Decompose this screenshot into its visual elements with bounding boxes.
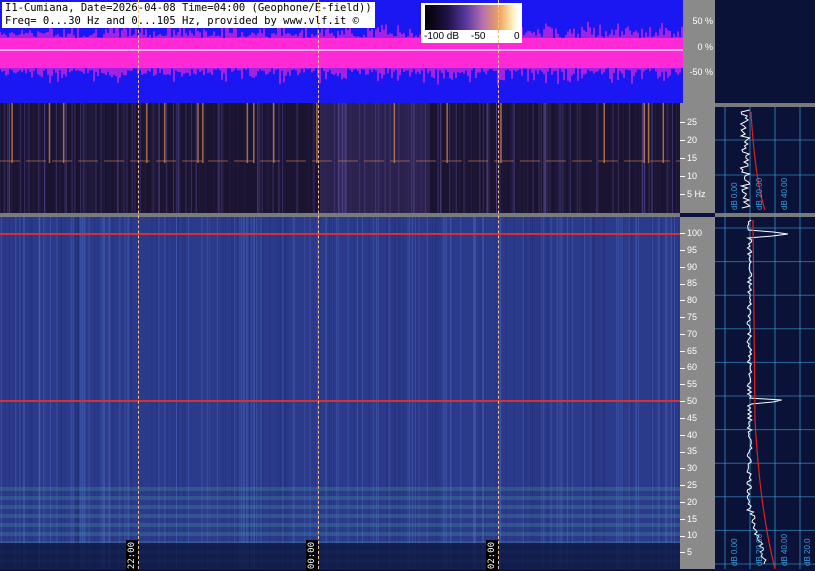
hf-tick-50: 50 (680, 396, 697, 406)
hf-tick-85: 85 (680, 278, 697, 288)
hf-spectrogram (0, 217, 680, 569)
colorbar-tick-min: -100 dB (424, 31, 460, 42)
waveform-tick-minus50: -50 % (689, 67, 713, 77)
lf-tick-1: 20 (680, 135, 697, 145)
colorbar-tick-mid: -50 (471, 31, 486, 42)
hf-tick-100: 100 (680, 228, 702, 238)
colorbar-gradient (425, 5, 518, 30)
hf-tick-20: 20 (680, 497, 697, 507)
lf-spectrogram (0, 103, 680, 213)
lf-tick-3: 10 (680, 171, 697, 181)
hf-low-band (0, 523, 680, 527)
hf-frequency-scale: 100 95 90 85 80 75 70 65 60 55 50 45 40 35 30 25 20 15 10 5 (680, 217, 715, 569)
profile-top-separator (715, 103, 815, 107)
profile-hf-label: dB 40.00 (780, 533, 789, 566)
hf-low-band (0, 532, 680, 536)
hf-tick-45: 45 (680, 413, 697, 423)
profile-lf-trace (739, 109, 751, 209)
waveform-tick-0: 0 % (697, 42, 713, 52)
hf-tick-90: 90 (680, 262, 697, 272)
hf-spectrogram-plot (0, 217, 680, 569)
lf-spectrogram-plot (0, 103, 680, 213)
hf-tick-5: 5 (680, 547, 692, 557)
lf-tick-2: 15 (680, 153, 697, 163)
colorbar-legend: -100 dB -50 0 (421, 3, 522, 43)
waveform-scale: 50 % 0 % -50 % (683, 0, 715, 103)
spectrum-profile-panel: dB 0.00 dB 20.00 dB 40.00 dB 0.00 dB 20.00 dB… (715, 0, 815, 569)
profile-hf-fit (752, 219, 776, 569)
hf-tick-40: 40 (680, 430, 697, 440)
lf-tick-0: 25 (680, 117, 697, 127)
title-line-2: Freq= 0...30 Hz and 0...105 Hz, provided… (5, 15, 360, 27)
profile-hf-label: dB 0.00 (730, 538, 739, 566)
time-marker-line-3 (498, 0, 499, 569)
hf-tick-75: 75 (680, 312, 697, 322)
profile-hf-label: dB 20.0 (803, 538, 812, 566)
time-marker-line-1 (138, 0, 139, 569)
hf-tick-80: 80 (680, 295, 697, 305)
hf-tick-15: 15 (680, 514, 697, 524)
time-label-3: 02:00 (486, 540, 498, 571)
waveform-tick-50: 50 % (692, 16, 713, 26)
hf-tick-70: 70 (680, 329, 697, 339)
time-marker-line-2 (318, 0, 319, 569)
profile-lf-label: dB 0.00 (730, 182, 739, 210)
hf-tick-35: 35 (680, 446, 697, 456)
lf-noise-burst (320, 103, 430, 213)
hf-low-band (0, 514, 680, 518)
colorbar-tick-max: 0 (514, 31, 520, 42)
hf-low-band (0, 496, 680, 500)
hf-tick-30: 30 (680, 463, 697, 473)
lf-frequency-scale: 25 20 15 10 5 Hz (680, 103, 715, 213)
hf-bottom-band (0, 543, 680, 569)
profile-lf-label: dB 40.00 (780, 177, 789, 210)
profile-lf-label: dB 20.00 (755, 177, 764, 210)
hf-tick-60: 60 (680, 362, 697, 372)
hf-tick-95: 95 (680, 245, 697, 255)
title-line-1: I1-Cumiana, Date=2026-04-08 Time=04:00 (… (5, 2, 372, 14)
hf-low-band (0, 487, 680, 491)
profile-hf-label: dB 20.00 (755, 533, 764, 566)
time-label-2: 00:00 (306, 540, 318, 571)
hf-low-band (0, 505, 680, 509)
time-label-1: 22:00 (126, 540, 138, 571)
hf-tick-65: 65 (680, 346, 697, 356)
spectrum-profile-plot: dB 0.00 dB 20.00 dB 40.00 dB 0.00 dB 20.00 dB… (715, 103, 815, 569)
lf-tick-4: 5 Hz (680, 189, 706, 199)
hf-tick-55: 55 (680, 379, 697, 389)
hf-tick-25: 25 (680, 480, 697, 490)
hf-tick-10: 10 (680, 530, 697, 540)
